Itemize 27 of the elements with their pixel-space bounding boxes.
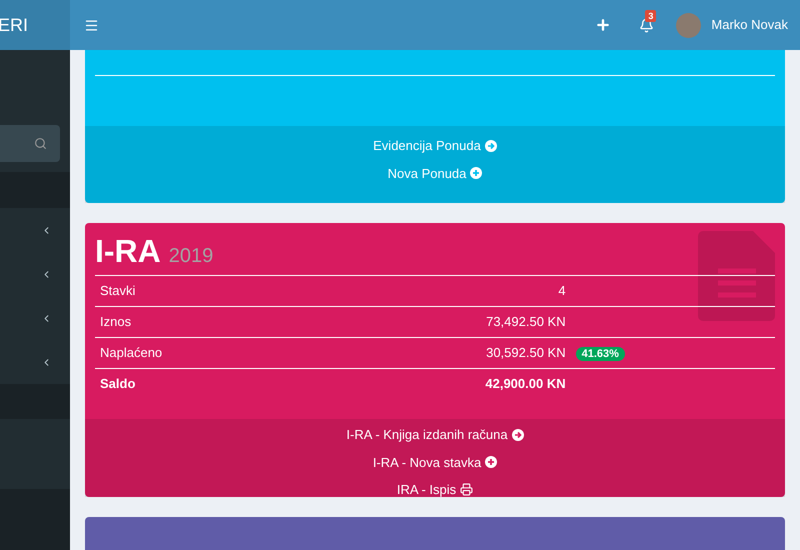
row-value: 4 (557, 282, 566, 300)
percent-badge: 41.63% (576, 347, 625, 362)
card-title: I-RA (95, 235, 161, 267)
printer-icon (460, 483, 474, 496)
plus-circle-icon (485, 456, 498, 468)
row-label: Iznos (99, 313, 132, 332)
notification-icon[interactable] (639, 18, 654, 32)
arrow-circle-icon (512, 428, 524, 441)
plus-circle-icon (470, 167, 482, 180)
card-link[interactable]: IRA - Ispis (396, 480, 474, 500)
row-value: 30,592.50 KN (485, 344, 566, 362)
user-name[interactable]: Marko Novak (711, 15, 788, 35)
card-link[interactable]: I-RA - Knjiga izdanih računa (346, 425, 524, 444)
add-icon[interactable] (595, 17, 612, 33)
search-icon[interactable] (34, 137, 47, 150)
notification-count: 3 (645, 10, 656, 22)
row-label: Stavki (99, 282, 136, 300)
row-value: 42,900.00 KN (484, 375, 566, 394)
search-field[interactable] (0, 125, 60, 162)
document-icon (698, 231, 775, 321)
row-value: 73,492.50 KN (485, 313, 566, 332)
card-link[interactable]: I-RA - Nova stavka (372, 452, 498, 472)
arrow-circle-icon (484, 140, 497, 152)
row-label: Naplaćeno (99, 344, 164, 362)
menu-icon[interactable] (84, 18, 99, 32)
card-year: 2019 (168, 246, 214, 266)
row-label: Saldo (99, 375, 136, 394)
